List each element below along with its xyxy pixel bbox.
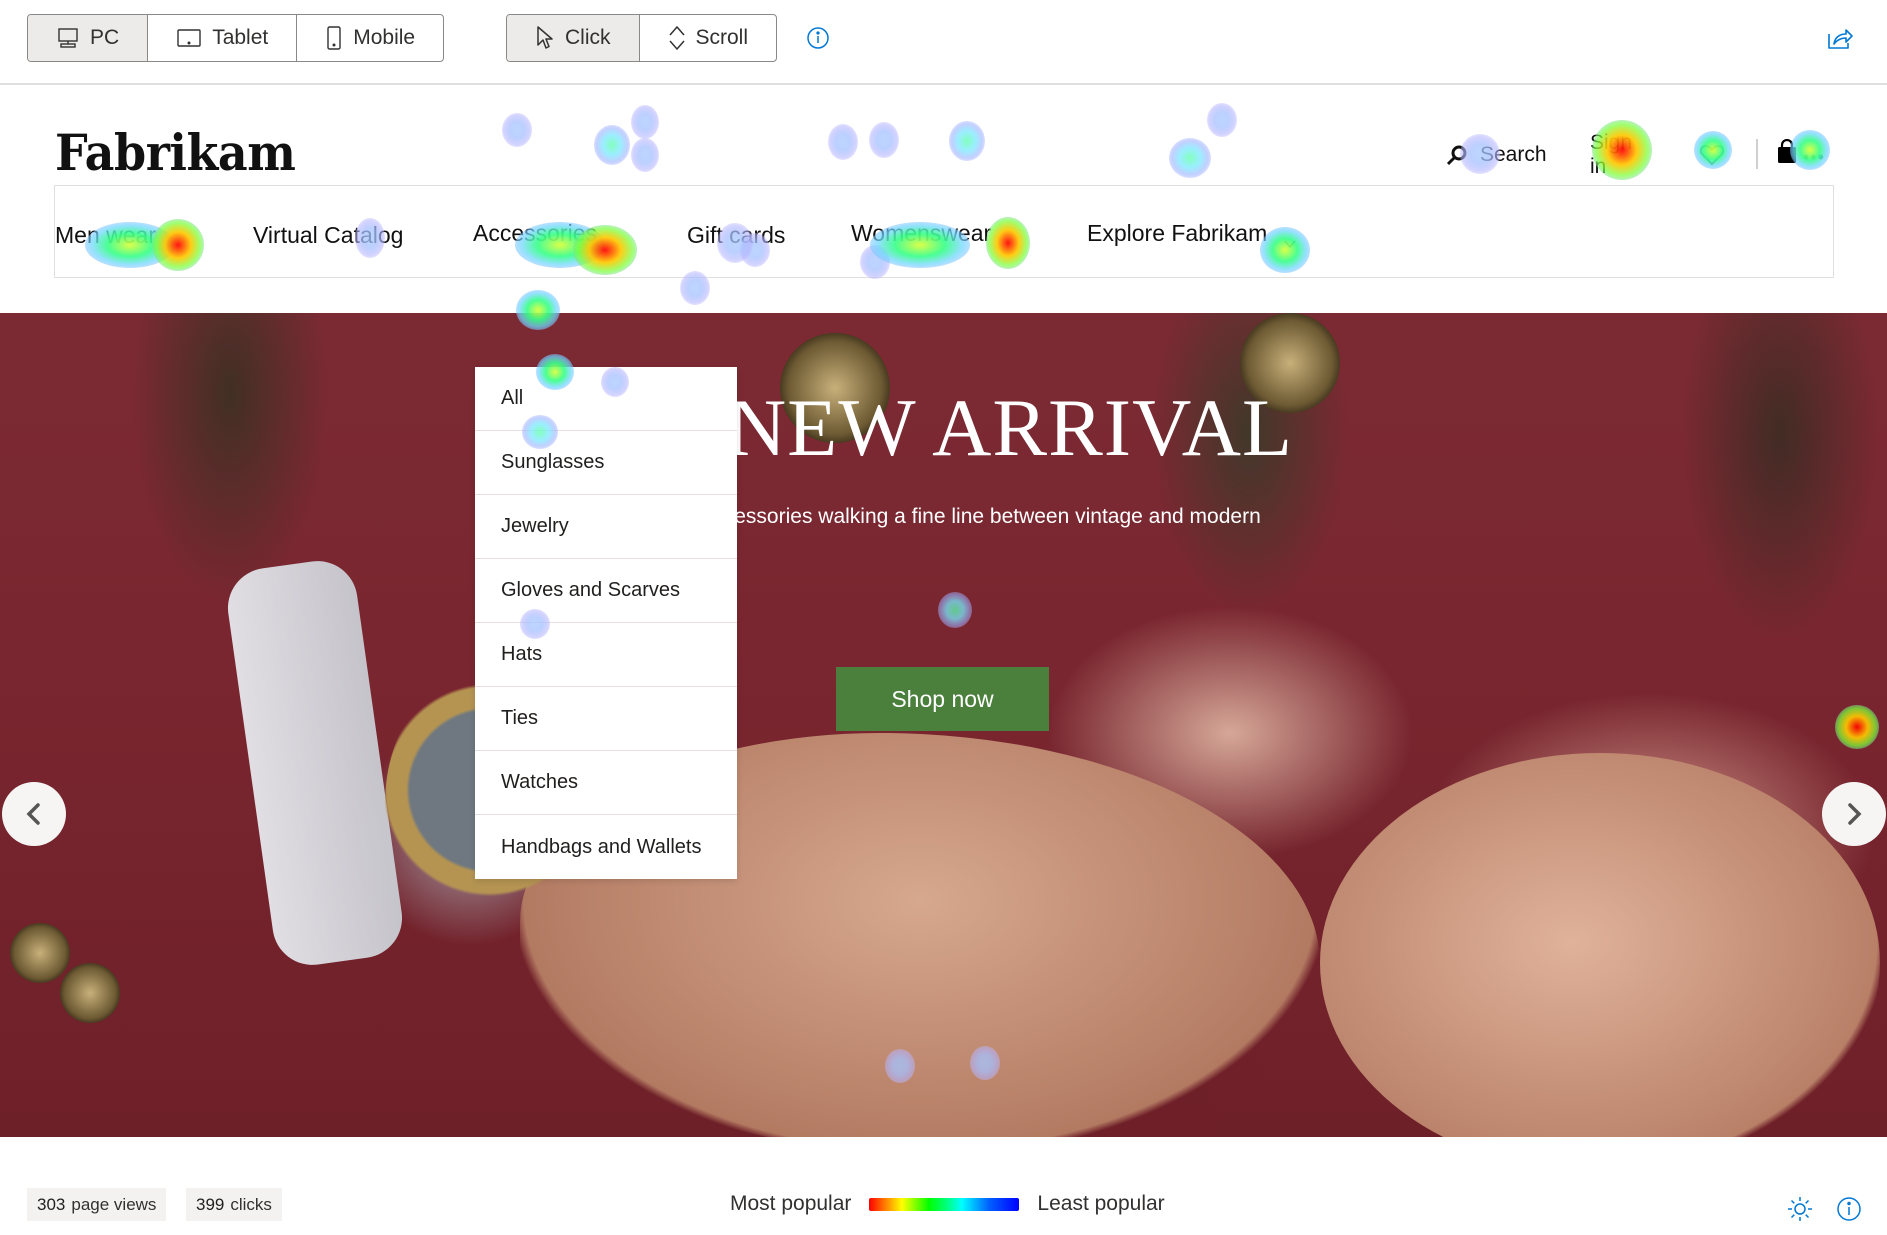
monitor-icon: [56, 26, 80, 50]
mode-selector: Click Scroll: [506, 14, 778, 62]
heart-icon[interactable]: [1698, 141, 1726, 169]
hero-image-sleeve-button: [10, 923, 70, 983]
mode-click-button[interactable]: Click: [507, 15, 640, 61]
device-tablet-label: Tablet: [212, 26, 269, 49]
mode-scroll-button[interactable]: Scroll: [640, 15, 777, 61]
clicks-count: 399: [196, 1194, 225, 1214]
dropdown-item-jewelry[interactable]: Jewelry: [475, 495, 737, 559]
dropdown-item-ties[interactable]: Ties: [475, 687, 737, 751]
mode-scroll-label: Scroll: [695, 26, 749, 49]
shop-now-button[interactable]: Shop now: [836, 667, 1049, 731]
dropdown-item-gloves-scarves[interactable]: Gloves and Scarves: [475, 559, 737, 623]
header-divider: [1756, 139, 1758, 169]
device-mobile-button[interactable]: Mobile: [297, 15, 443, 61]
page-views-count: 303: [37, 1194, 66, 1214]
search-link[interactable]: Search: [1446, 143, 1547, 167]
dropdown-item-watches[interactable]: Watches: [475, 751, 737, 815]
legend-most-label: Most popular: [730, 1192, 852, 1215]
accessories-dropdown: All Sunglasses Jewelry Gloves and Scarve…: [475, 367, 737, 879]
nav-gift-cards[interactable]: Gift cards: [687, 222, 785, 249]
dropdown-item-hats[interactable]: Hats: [475, 623, 737, 687]
search-label: Search: [1480, 143, 1547, 166]
more-options-icon[interactable]: •••: [1803, 147, 1825, 168]
sign-in-link[interactable]: Sign in: [1590, 131, 1632, 179]
popularity-legend: Most popular Least popular: [730, 1192, 1165, 1216]
nav-accessories[interactable]: Accessories: [473, 220, 597, 247]
share-icon[interactable]: [1826, 24, 1854, 52]
device-pc-label: PC: [90, 26, 120, 49]
nav-virtual-catalog[interactable]: Virtual Catalog: [253, 222, 403, 249]
nav-womenswear[interactable]: Womenswear: [851, 220, 991, 247]
hero-image-shirt-cuff: [222, 555, 408, 971]
clicks-label: clicks: [230, 1194, 272, 1214]
carousel-next-button[interactable]: [1822, 782, 1886, 846]
dropdown-item-sunglasses[interactable]: Sunglasses: [475, 431, 737, 495]
sun-icon[interactable]: [1787, 1196, 1813, 1222]
main-nav: Men wear Virtual Catalog Accessories Gif…: [54, 185, 1834, 278]
legend-least-label: Least popular: [1037, 1192, 1165, 1215]
chevron-right-icon: [1844, 801, 1864, 827]
info-icon[interactable]: [806, 26, 830, 50]
hero-image-hand-right: [1320, 753, 1880, 1137]
dropdown-item-all[interactable]: All: [475, 367, 737, 431]
tablet-icon: [176, 27, 202, 49]
device-pc-button[interactable]: PC: [28, 15, 149, 61]
nav-explore-fabrikam[interactable]: Explore Fabrikam: [1087, 220, 1296, 249]
mode-click-label: Click: [565, 26, 611, 49]
cursor-icon: [535, 25, 555, 51]
heatmap-summary-bar: 303 page views 399 clicks Most popular L…: [0, 1140, 1887, 1235]
dropdown-item-handbags-wallets[interactable]: Handbags and Wallets: [475, 815, 737, 879]
chevron-left-icon: [24, 801, 44, 827]
hero-image-sleeve-button: [60, 963, 120, 1023]
mobile-icon: [325, 26, 343, 50]
page-preview: Fabrikam Search Sign in ••• Men wear Vir…: [0, 87, 1887, 1137]
search-icon: [1446, 144, 1468, 166]
scroll-icon: [668, 25, 686, 51]
site-logo[interactable]: Fabrikam: [55, 123, 296, 182]
legend-gradient-bar: [869, 1197, 1020, 1211]
hero-carousel: NEW ARRIVAL Accessories walking a fine l…: [0, 313, 1887, 1137]
clicks-stat: 399 clicks: [186, 1188, 282, 1221]
device-tablet-button[interactable]: Tablet: [148, 15, 298, 61]
device-selector: PC Tablet Mobile: [27, 14, 445, 62]
nav-explore-label: Explore Fabrikam: [1087, 220, 1268, 246]
chevron-down-icon: [1284, 229, 1296, 249]
info-icon[interactable]: [1836, 1196, 1862, 1222]
device-mobile-label: Mobile: [353, 26, 416, 49]
nav-men-wear[interactable]: Men wear: [55, 222, 156, 249]
shopping-bag-icon[interactable]: [1776, 139, 1798, 165]
carousel-prev-button[interactable]: [2, 782, 66, 846]
heatmap-toolbar: PC Tablet Mobile Click Scroll: [0, 0, 1887, 85]
page-views-stat: 303 page views: [27, 1188, 167, 1221]
page-views-label: page views: [71, 1194, 157, 1214]
